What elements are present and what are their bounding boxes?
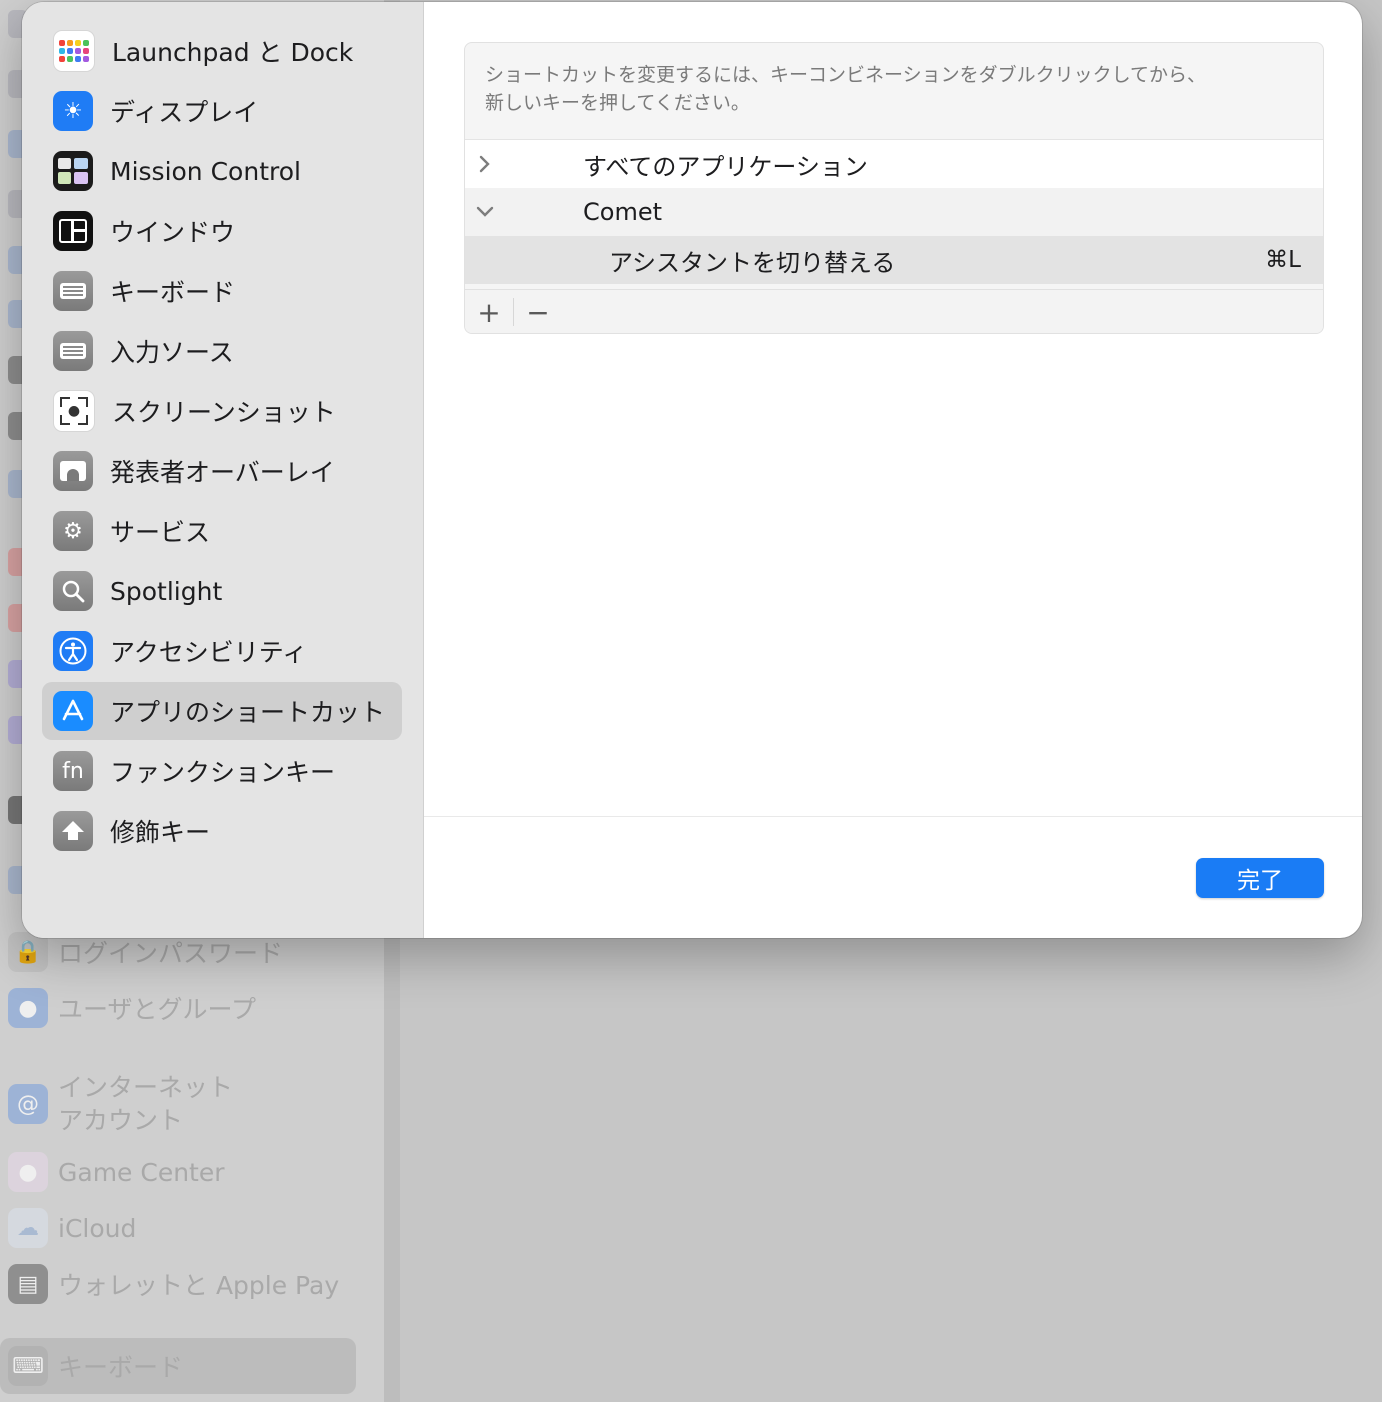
sidebar-item-label: キーボード <box>110 278 236 307</box>
sidebar-item-accessibility[interactable]: アクセシビリティ <box>42 622 402 680</box>
tree-row-label: Comet <box>583 198 662 226</box>
background-item-internet-accounts: @ インターネット アカウント <box>8 1068 233 1140</box>
background-item-label: iCloud <box>58 1213 137 1243</box>
users-icon: ● <box>8 988 48 1028</box>
sidebar-item-label: Spotlight <box>110 576 223 606</box>
sidebar-item-function-keys[interactable]: fn ファンクションキー <box>42 742 402 800</box>
input-source-icon <box>53 331 93 371</box>
sidebar-item-label: 発表者オーバーレイ <box>110 458 335 487</box>
modifier-keys-icon <box>53 811 93 851</box>
app-shortcuts-icon <box>53 691 93 731</box>
tree-row-all-applications[interactable]: すべてのアプリケーション <box>465 140 1323 188</box>
instructions-text: ショートカットを変更するには、キーコンビネーションをダブルクリックしてから、 新… <box>485 61 1285 117</box>
shortcut-keys[interactable]: ⌘L <box>1265 247 1301 273</box>
sidebar-item-screenshots[interactable]: ● スクリーンショット <box>42 382 402 440</box>
mission-control-icon <box>53 151 93 191</box>
background-item-users: ● ユーザとグループ <box>8 988 256 1028</box>
launchpad-icon <box>53 30 95 72</box>
sidebar-item-label: 修飾キー <box>110 818 211 847</box>
keyboard-icon <box>53 271 93 311</box>
sidebar-item-label: Mission Control <box>110 156 301 186</box>
sidebar-item-label: 入力ソース <box>110 338 234 367</box>
wallet-icon: ▤ <box>8 1264 48 1304</box>
sidebar-item-services[interactable]: ⚙ サービス <box>42 502 402 560</box>
presenter-overlay-icon <box>53 451 93 491</box>
display-icon: ☀ <box>53 91 93 131</box>
background-item-wallet: ▤ ウォレットと Apple Pay <box>8 1264 339 1304</box>
tree-row-toggle-assistant[interactable]: アシスタントを切り替える ⌘L <box>465 236 1323 284</box>
keyboard-shortcuts-sheet: Launchpad と Dock ☀ ディスプレイ Mission Contro… <box>22 2 1362 938</box>
function-keys-icon: fn <box>53 751 93 791</box>
spotlight-icon <box>53 571 93 611</box>
sidebar-item-spotlight[interactable]: Spotlight <box>42 562 402 620</box>
sidebar-item-label: アプリのショートカット <box>110 698 386 727</box>
game-center-icon: ● <box>8 1152 48 1192</box>
background-item-label: ログインパスワード <box>58 939 284 968</box>
done-button[interactable]: 完了 <box>1196 858 1324 898</box>
background-item-game-center: ● Game Center <box>8 1152 225 1192</box>
sidebar-item-label: Launchpad と Dock <box>112 38 354 67</box>
tree-row-comet[interactable]: Comet <box>465 188 1323 236</box>
lock-icon: 🔒 <box>8 932 48 972</box>
app-shortcuts-panel: ショートカットを変更するには、キーコンビネーションをダブルクリックしてから、 新… <box>464 42 1324 334</box>
background-item-label: ウォレットと Apple Pay <box>58 1271 340 1300</box>
sidebar-item-label: スクリーンショット <box>112 398 336 427</box>
sidebar-item-label: サービス <box>110 518 211 547</box>
background-item-icloud: ☁ iCloud <box>8 1208 136 1248</box>
chevron-right-icon[interactable] <box>475 154 495 174</box>
sidebar-item-label: ファンクションキー <box>110 758 336 787</box>
background-item-label: インターネット アカウント <box>58 1073 234 1135</box>
instructions-line: ショートカットを変更するには、キーコンビネーションをダブルクリックしてから、 <box>485 64 1207 86</box>
sidebar-item-window[interactable]: ウインドウ <box>42 202 402 260</box>
background-item-login-password: 🔒 ログインパスワード <box>8 932 283 972</box>
sidebar-item-label: ディスプレイ <box>110 98 259 127</box>
sidebar-item-label: ウインドウ <box>110 218 236 247</box>
sidebar-item-keyboard[interactable]: キーボード <box>42 262 402 320</box>
screenshot-icon: ● <box>53 390 95 432</box>
background-item-label: キーボード <box>58 1353 184 1382</box>
sidebar-item-launchpad-dock[interactable]: Launchpad と Dock <box>42 22 402 80</box>
cloud-icon: ☁ <box>8 1208 48 1248</box>
remove-button[interactable]: − <box>514 290 562 333</box>
footer-divider <box>424 816 1362 817</box>
add-remove-toolbar: + − <box>465 289 1323 333</box>
sidebar-item-label: アクセシビリティ <box>110 638 308 667</box>
background-item-label: ユーザとグループ <box>58 995 257 1024</box>
at-icon: @ <box>8 1084 48 1124</box>
keyboard-icon: ⌨ <box>8 1346 48 1386</box>
sidebar-item-presenter-overlay[interactable]: 発表者オーバーレイ <box>42 442 402 500</box>
shortcuts-sidebar: Launchpad と Dock ☀ ディスプレイ Mission Contro… <box>22 2 424 938</box>
chevron-down-icon[interactable] <box>475 202 495 222</box>
tree-row-label: すべてのアプリケーション <box>583 152 868 181</box>
sidebar-item-modifier-keys[interactable]: 修飾キー <box>42 802 402 860</box>
services-icon: ⚙ <box>53 511 93 551</box>
accessibility-icon <box>53 631 93 671</box>
sidebar-item-input-sources[interactable]: 入力ソース <box>42 322 402 380</box>
window-icon <box>53 211 93 251</box>
add-button[interactable]: + <box>465 290 513 333</box>
background-item-keyboard: ⌨ キーボード <box>8 1346 183 1386</box>
sidebar-item-mission-control[interactable]: Mission Control <box>42 142 402 200</box>
shortcuts-tree: すべてのアプリケーション Comet アシスタントを切り替える ⌘L <box>465 139 1323 284</box>
sidebar-item-display[interactable]: ☀ ディスプレイ <box>42 82 402 140</box>
sidebar-item-app-shortcuts[interactable]: アプリのショートカット <box>42 682 402 740</box>
instructions-line: 新しいキーを押してください。 <box>485 92 750 114</box>
shortcut-name: アシスタントを切り替える <box>609 248 896 277</box>
background-item-label: Game Center <box>58 1157 225 1187</box>
